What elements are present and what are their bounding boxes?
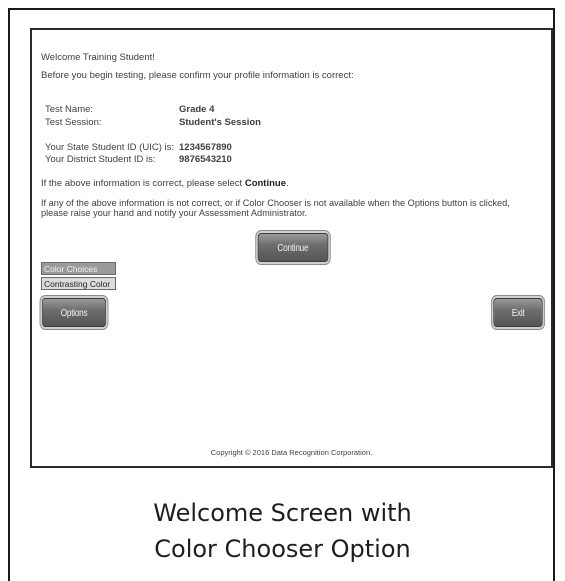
welcome-screen: Welcome Training Student! Before you beg… — [30, 28, 553, 468]
notice-line-2: please raise your hand and notify your A… — [41, 208, 308, 218]
state-id-label: Your State Student ID (UIC) is: — [45, 142, 175, 153]
confirm-prefix: If the above information is correct, ple… — [41, 178, 245, 189]
options-button[interactable]: Options — [42, 298, 106, 327]
district-id-label: Your District Student ID is: — [45, 154, 156, 165]
confirm-suffix: . — [286, 178, 289, 189]
test-session-label: Test Session: — [45, 117, 102, 128]
confirm-keyword: Continue — [244, 178, 286, 189]
district-id-value: 9876543210 — [179, 154, 232, 165]
confirm-instruction: If the above information is correct, ple… — [41, 178, 289, 189]
caption-line-2: Color Chooser Option — [154, 535, 411, 563]
contrasting-color-option[interactable]: Contrasting Color — [41, 277, 116, 290]
state-id-value: 1234567890 — [179, 142, 232, 153]
continue-button[interactable]: Continue — [257, 233, 329, 262]
caption-line-1: Welcome Screen with — [153, 499, 412, 527]
test-name-label: Test Name: — [45, 104, 94, 115]
welcome-greeting: Welcome Training Student! — [41, 52, 155, 63]
welcome-instruction: Before you begin testing, please confirm… — [41, 70, 354, 81]
options-button-label: Options — [60, 306, 88, 319]
test-session-value: Student's Session — [179, 117, 261, 128]
exit-button[interactable]: Exit — [493, 298, 543, 327]
continue-button-label: Continue — [277, 241, 309, 254]
test-name-value: Grade 4 — [179, 104, 215, 115]
color-choices-option[interactable]: Color Choices — [41, 262, 116, 275]
exit-button-label: Exit — [511, 306, 525, 319]
copyright-footer: Copyright © 2016 Data Recognition Corpor… — [210, 448, 373, 457]
